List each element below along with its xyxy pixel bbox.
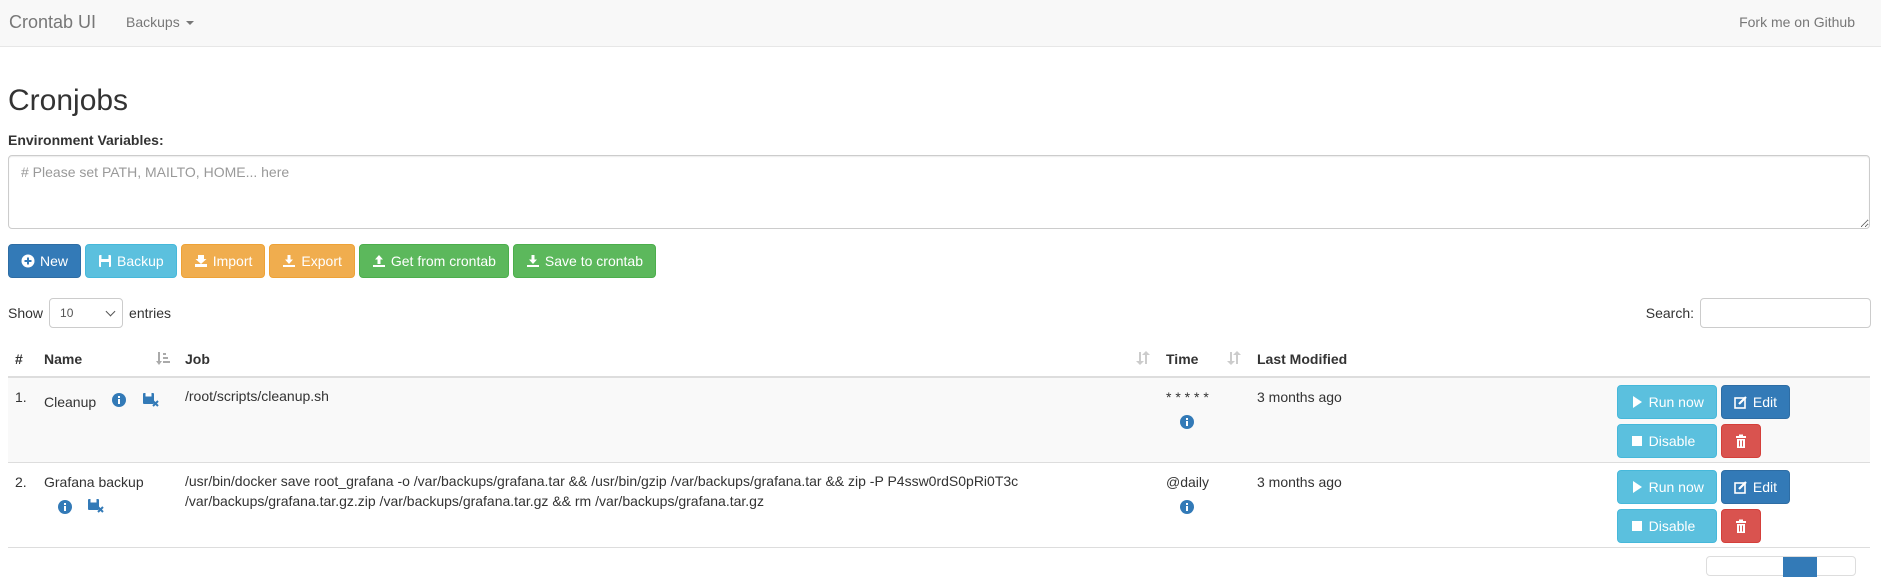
- edit-button[interactable]: Edit: [1720, 385, 1790, 419]
- upload-icon: [372, 254, 386, 268]
- row-name: Grafana backup: [44, 474, 144, 490]
- get-from-crontab-label: Get from crontab: [390, 253, 496, 269]
- trash-icon: [1734, 434, 1748, 448]
- env-variables-label: Environment Variables:: [8, 132, 164, 148]
- caret-down-icon: [185, 21, 194, 26]
- disable-button[interactable]: Disable: [1616, 424, 1717, 458]
- run-now-button[interactable]: Run now: [1616, 470, 1717, 504]
- row-time: @daily: [1166, 474, 1210, 490]
- entries-label: entries: [129, 305, 172, 321]
- floppy-icon: [98, 254, 112, 268]
- save-to-crontab-button[interactable]: Save to crontab: [512, 244, 656, 278]
- col-header-last-modified[interactable]: Last Modified: [1257, 351, 1347, 367]
- search-control: Search:: [1646, 298, 1871, 328]
- edit-icon: [1734, 395, 1748, 409]
- backup-button-label: Backup: [117, 253, 164, 269]
- page-title: Cronjobs: [8, 84, 129, 117]
- delete-button[interactable]: [1720, 424, 1761, 458]
- edit-label: Edit: [1752, 479, 1777, 495]
- table-row: 1. Cleanup /root/scripts/cleanup.sh * * …: [8, 378, 1870, 463]
- export-button-label: Export: [301, 253, 342, 269]
- col-header-num[interactable]: #: [15, 351, 23, 367]
- cronjobs-table: # Name Job Time Last Modified 1. Cleanup…: [8, 342, 1870, 548]
- disable-label: Disable: [1648, 518, 1696, 534]
- backup-remove-icon[interactable]: [88, 499, 104, 516]
- run-now-label: Run now: [1648, 394, 1704, 410]
- run-now-button[interactable]: Run now: [1616, 385, 1717, 419]
- chevron-down-icon: [105, 306, 116, 316]
- env-variables-textarea[interactable]: [8, 155, 1870, 229]
- import-button[interactable]: Import: [180, 244, 266, 278]
- col-header-job[interactable]: Job: [185, 351, 210, 367]
- get-from-crontab-button[interactable]: Get from crontab: [358, 244, 509, 278]
- show-label: Show: [8, 305, 44, 321]
- row-job: /usr/bin/docker save root_grafana -o /va…: [185, 473, 1019, 509]
- row-time: * * * * *: [1166, 389, 1209, 405]
- search-label: Search:: [1645, 305, 1694, 321]
- disable-button[interactable]: Disable: [1616, 509, 1717, 543]
- play-icon: [1630, 395, 1644, 409]
- trash-icon: [1734, 519, 1748, 533]
- sort-asc-icon[interactable]: [156, 350, 170, 369]
- info-icon[interactable]: [1180, 500, 1194, 517]
- page-length-value: 10: [60, 306, 74, 320]
- run-now-label: Run now: [1648, 479, 1704, 495]
- backup-remove-icon[interactable]: [143, 393, 159, 410]
- save-to-crontab-label: Save to crontab: [544, 253, 643, 269]
- pagination-active-page[interactable]: [1783, 557, 1817, 577]
- sort-both-icon[interactable]: [1227, 350, 1241, 369]
- download-icon: [526, 254, 540, 268]
- edit-icon: [1734, 480, 1748, 494]
- play-icon: [1630, 480, 1644, 494]
- col-header-time[interactable]: Time: [1166, 351, 1198, 367]
- row-last-modified: 3 months ago: [1257, 389, 1342, 405]
- table-row: 2. Grafana backup /usr/bin/docker save r…: [8, 463, 1870, 548]
- fork-github-link[interactable]: Fork me on Github: [1739, 14, 1855, 30]
- backups-dropdown-label: Backups: [126, 14, 180, 30]
- edit-button[interactable]: Edit: [1720, 470, 1790, 504]
- delete-button[interactable]: [1720, 509, 1761, 543]
- toolbar: New Backup Import Export Get from cronta…: [8, 244, 656, 278]
- row-actions: Run now Edit Disable: [1616, 470, 1790, 543]
- export-button[interactable]: Export: [269, 244, 355, 278]
- row-job: /root/scripts/cleanup.sh: [185, 388, 329, 404]
- pagination[interactable]: [1706, 556, 1856, 577]
- row-last-modified: 3 months ago: [1257, 474, 1342, 490]
- row-actions: Run now Edit Disable: [1616, 385, 1790, 458]
- import-button-label: Import: [212, 253, 253, 269]
- backups-dropdown[interactable]: Backups: [126, 14, 194, 30]
- download-icon: [282, 254, 296, 268]
- new-button-label: New: [40, 253, 69, 269]
- table-header: # Name Job Time Last Modified: [8, 342, 1870, 378]
- page-length-select[interactable]: 10: [49, 298, 124, 328]
- plus-circle-icon: [21, 254, 35, 268]
- row-num: 1.: [15, 389, 27, 405]
- col-header-name[interactable]: Name: [44, 351, 82, 367]
- sort-both-icon[interactable]: [1136, 350, 1150, 369]
- search-input[interactable]: [1700, 298, 1871, 328]
- info-icon[interactable]: [112, 393, 126, 410]
- info-icon[interactable]: [58, 500, 72, 517]
- import-icon: [194, 254, 208, 268]
- row-name: Cleanup: [44, 394, 97, 410]
- info-icon[interactable]: [1180, 415, 1194, 432]
- new-button[interactable]: New: [8, 244, 82, 278]
- edit-label: Edit: [1752, 394, 1777, 410]
- brand-link[interactable]: Crontab UI: [9, 12, 96, 33]
- backup-button[interactable]: Backup: [85, 244, 177, 278]
- stop-icon: [1630, 434, 1644, 448]
- page-length-control: Show 10 entries: [8, 298, 171, 328]
- stop-icon: [1630, 519, 1644, 533]
- disable-label: Disable: [1648, 433, 1696, 449]
- row-num: 2.: [15, 474, 27, 490]
- navbar: Crontab UI Backups Fork me on Github: [0, 0, 1881, 47]
